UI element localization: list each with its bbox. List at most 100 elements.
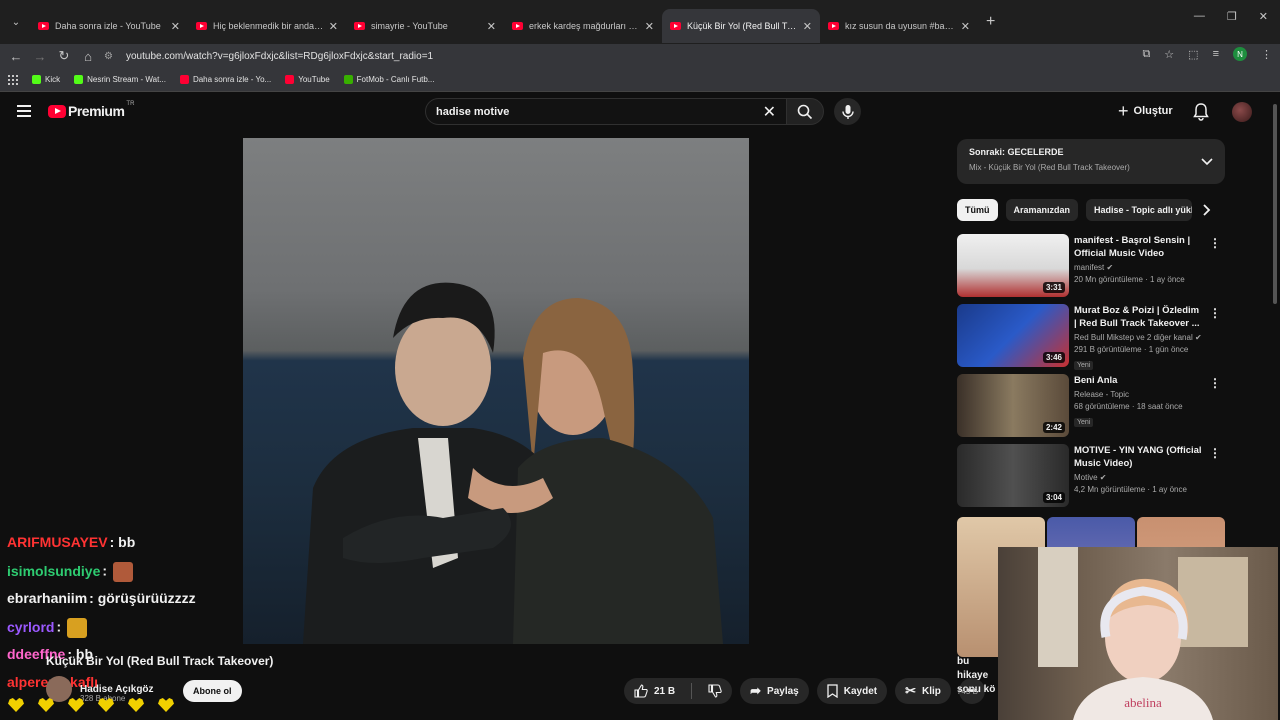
more-vertical-icon[interactable]: ⋮	[1209, 446, 1221, 460]
create-button[interactable]: + Oluştur	[1118, 102, 1173, 120]
home-icon[interactable]: ⌂	[76, 49, 100, 64]
close-tab-icon[interactable]: ✕	[803, 20, 812, 33]
search-query: hadise motive	[436, 105, 510, 118]
extensions-icon[interactable]: ⬚	[1188, 48, 1198, 61]
video-thumbnail[interactable]: 3:46	[957, 304, 1069, 367]
guide-menu-icon[interactable]	[17, 105, 31, 117]
filter-chip[interactable]: Tümü	[957, 199, 998, 221]
recommendation-channel[interactable]: Red Bull Mikstep ve 2 diğer kanal ✔	[1074, 333, 1204, 342]
playlist-next-panel[interactable]: Sonraki: GECELERDE Mix - Küçük Bir Yol (…	[957, 139, 1225, 184]
like-button[interactable]: 21 B	[624, 678, 685, 704]
voice-search-button[interactable]	[834, 98, 861, 125]
profile-avatar[interactable]: N	[1233, 47, 1247, 61]
site-info-icon[interactable]: ⚙	[104, 51, 120, 62]
video-thumbnail[interactable]: 3:04	[957, 444, 1069, 507]
account-avatar[interactable]	[1232, 102, 1252, 122]
mix-title: Mix - Küçük Bir Yol (Red Bull Track Take…	[969, 163, 1130, 172]
recommendation-channel[interactable]: Motive ✔	[1074, 473, 1204, 482]
close-tab-icon[interactable]: ✕	[171, 20, 180, 33]
microphone-icon	[841, 104, 854, 119]
close-tab-icon[interactable]: ✕	[487, 20, 496, 33]
browser-tab[interactable]: Küçük Bir Yol (Red Bull Track Takeover) ✕	[662, 9, 820, 43]
youtube-favicon-icon	[196, 22, 207, 30]
browser-tab[interactable]: simayrie - YouTube ✕	[346, 9, 504, 43]
recommendation-item[interactable]: 2:42 Beni Anla Release - Topic 68 görüntüle…	[957, 374, 1227, 438]
forward-icon[interactable]: →	[28, 49, 52, 64]
recommendation-item[interactable]: 3:46 Murat Boz & Poizi | Özledim | Red Bu…	[957, 304, 1227, 370]
clip-button[interactable]: ✂ Klip	[895, 678, 951, 704]
chat-message: isimolsundiye:	[7, 562, 134, 582]
close-tab-icon[interactable]: ✕	[329, 20, 338, 33]
new-tab-icon[interactable]: +	[986, 13, 995, 31]
channel-label: Release - Topic	[1074, 390, 1129, 399]
share-button[interactable]: ➦ Paylaş	[740, 678, 809, 704]
more-vertical-icon[interactable]: ⋮	[1209, 376, 1221, 390]
like-count: 21 B	[654, 685, 676, 697]
subscribe-button[interactable]: Abone ol	[183, 680, 242, 702]
chat-emote-icon	[113, 562, 134, 582]
media-controls-icon[interactable]: ≡	[1213, 48, 1219, 60]
maximize-icon[interactable]: ❐	[1227, 10, 1237, 23]
address-bar-row: ← → ↻ ⌂ ⚙ youtube.com/watch?v=g6jloxFdxj…	[0, 44, 1280, 68]
yellow-heart-icon	[98, 698, 114, 712]
bookmark-item[interactable]: Kick	[32, 75, 60, 84]
filter-chips: Tümü Aramanızdan Hadise - Topic adlı yükle…	[957, 199, 1193, 221]
save-label: Kaydet	[843, 685, 878, 697]
youtube-favicon-icon	[38, 22, 49, 30]
install-app-icon[interactable]: ⧉	[1142, 48, 1150, 61]
scrollbar-thumb[interactable]	[1273, 104, 1277, 304]
recommendation-views: 4,2 Mn görüntüleme · 1 ay önce	[1074, 485, 1187, 494]
search-button[interactable]	[786, 98, 824, 125]
bookmark-item[interactable]: YouTube	[285, 75, 330, 84]
tab-search-icon[interactable]: ⌄	[2, 8, 30, 36]
close-tab-icon[interactable]: ✕	[961, 20, 970, 33]
recommendation-title[interactable]: Murat Boz & Poizi | Özledim | Red Bull T…	[1074, 304, 1204, 330]
chevron-down-icon[interactable]	[1201, 153, 1213, 171]
filter-chip[interactable]: Hadise - Topic adlı yükleyici	[1086, 199, 1193, 221]
recommendation-item[interactable]: 3:04 MOTIVE - YIN YANG (Official Music Vi…	[957, 444, 1227, 508]
bookmark-star-icon[interactable]: ☆	[1164, 48, 1174, 61]
bookmark-item[interactable]: Nesrin Stream - Wat...	[74, 75, 166, 84]
recommendation-title[interactable]: Beni Anla	[1074, 374, 1204, 387]
logo-region: TR	[126, 101, 135, 107]
share-label: Paylaş	[767, 685, 799, 697]
filter-chip[interactable]: Aramanızdan	[1005, 199, 1079, 221]
browser-tab[interactable]: Daha sonra izle - YouTube ✕	[30, 9, 188, 43]
close-window-icon[interactable]: ✕	[1259, 10, 1268, 23]
recommendation-meta: Murat Boz & Poizi | Özledim | Red Bull T…	[1074, 304, 1204, 372]
apps-grid-icon[interactable]	[8, 74, 18, 85]
recommendation-item[interactable]: 3:31 manifest - Başrol Sensin | Official …	[957, 234, 1227, 298]
svg-text:abelina: abelina	[1124, 695, 1162, 710]
chat-username: isimolsundiye	[7, 562, 101, 579]
video-thumbnail[interactable]: 3:31	[957, 234, 1069, 297]
search-input[interactable]: hadise motive ✕	[425, 98, 787, 125]
browser-tab[interactable]: erkek kardeş mağdurları kişisel ✕	[504, 9, 662, 43]
bookmark-item[interactable]: Daha sonra izle - Yo...	[179, 75, 271, 84]
recommendation-channel[interactable]: Release - Topic	[1074, 390, 1204, 399]
recommendation-title[interactable]: MOTIVE - YIN YANG (Official Music Video)	[1074, 444, 1204, 470]
url-field[interactable]: ⚙ youtube.com/watch?v=g6jloxFdxjc&list=R…	[104, 44, 1104, 68]
browser-menu-icon[interactable]: ⋮	[1261, 48, 1272, 61]
channel-name[interactable]: Hadise Açıkgöz	[80, 684, 154, 695]
clear-search-icon[interactable]: ✕	[763, 102, 776, 122]
video-actions: 21 B ➦ Paylaş Kaydet ✂ Klip •••	[624, 678, 985, 704]
video-duration: 3:46	[1042, 352, 1065, 363]
back-icon[interactable]: ←	[4, 49, 28, 64]
recommendation-title[interactable]: manifest - Başrol Sensin | Official Musi…	[1074, 234, 1204, 260]
browser-tab[interactable]: Hiç beklenmedik bir anda gelen ✕	[188, 9, 346, 43]
video-thumbnail[interactable]: 2:42	[957, 374, 1069, 437]
minimize-icon[interactable]: —	[1194, 10, 1205, 23]
recommendation-channel[interactable]: manifest ✔	[1074, 263, 1204, 272]
youtube-logo[interactable]: Premium TR	[48, 101, 135, 119]
more-vertical-icon[interactable]: ⋮	[1209, 236, 1221, 250]
browser-tab[interactable]: kız susun da uyusun #bayram # ✕	[820, 9, 978, 43]
chevron-right-icon[interactable]	[1203, 203, 1211, 221]
next-up-title: Sonraki: GECELERDE	[969, 147, 1064, 157]
bookmark-item[interactable]: FotMob - Canlı Futb...	[343, 75, 434, 84]
save-button[interactable]: Kaydet	[816, 678, 888, 704]
close-tab-icon[interactable]: ✕	[645, 20, 654, 33]
dislike-button[interactable]	[698, 678, 732, 704]
reload-icon[interactable]: ↻	[52, 48, 76, 64]
more-vertical-icon[interactable]: ⋮	[1209, 306, 1221, 320]
notifications-bell-icon[interactable]	[1193, 103, 1209, 126]
